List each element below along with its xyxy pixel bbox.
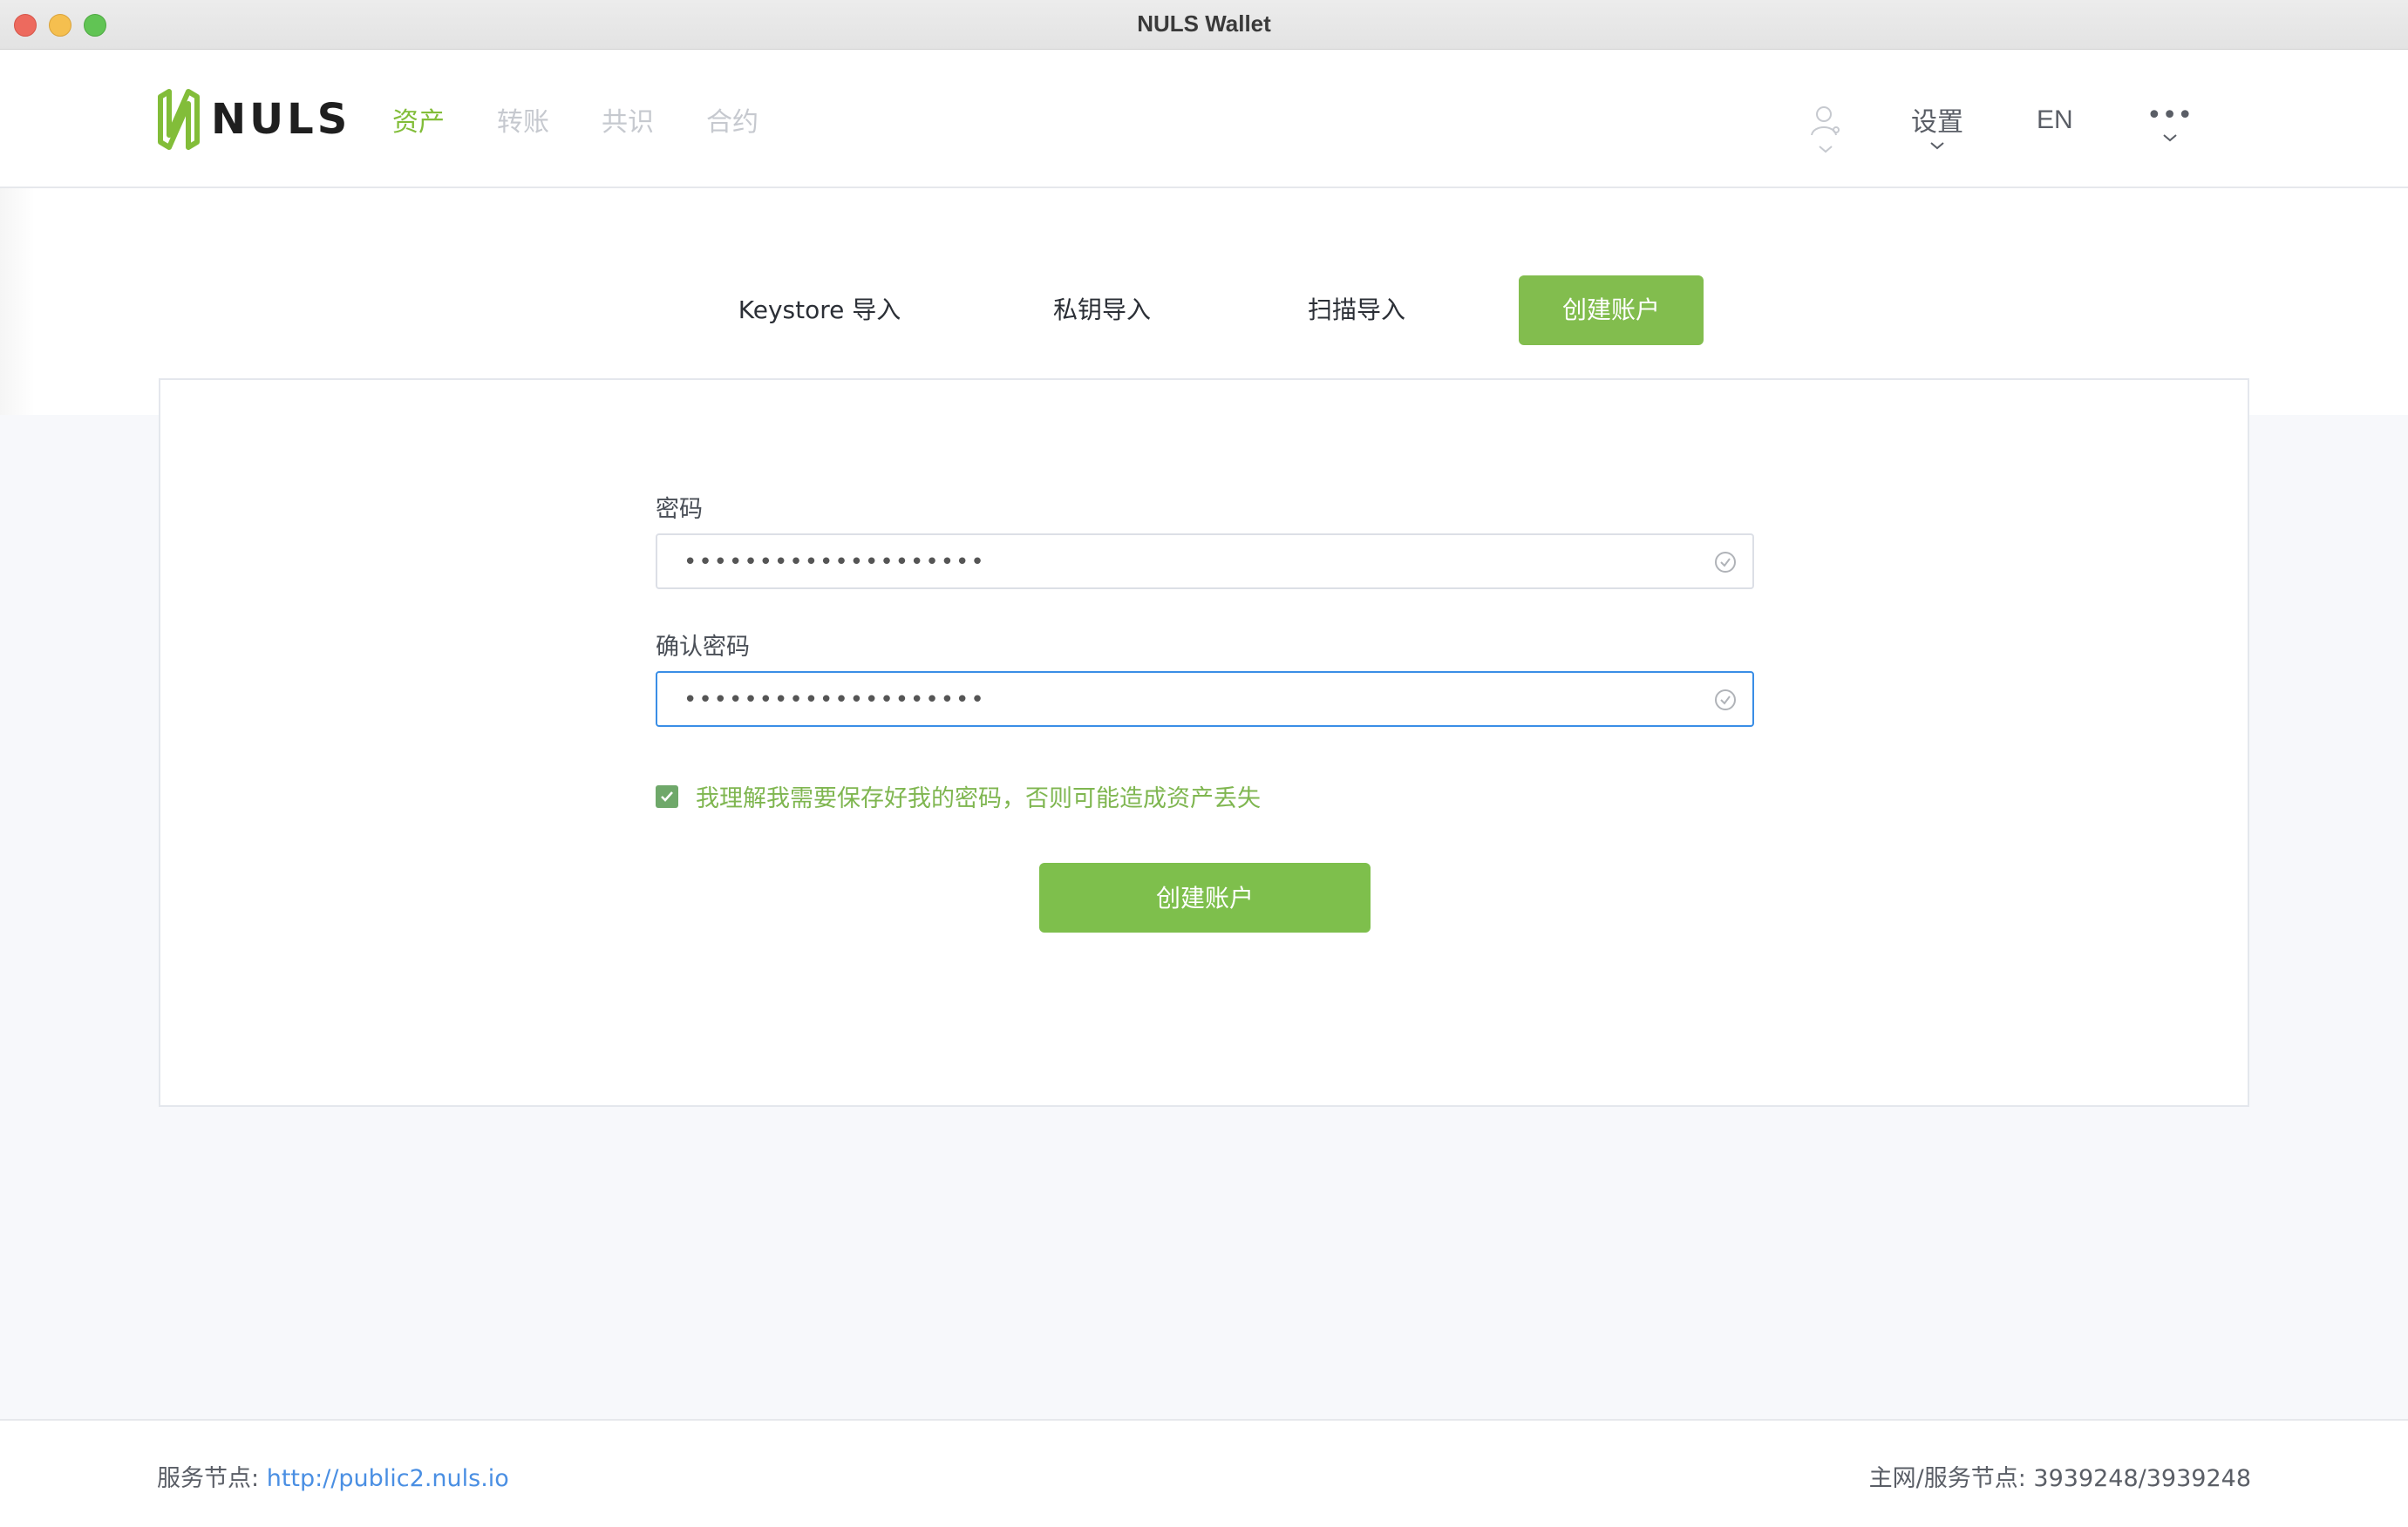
service-node-label: 服务节点:	[157, 1465, 260, 1492]
settings-label: 设置	[1911, 107, 1963, 138]
confirm-password-input[interactable]	[682, 682, 1662, 718]
user-icon	[1811, 106, 1840, 136]
confirm-password-field-wrapper	[656, 671, 1754, 727]
more-menu[interactable]: •••	[2146, 100, 2193, 143]
nuls-logo-icon	[158, 89, 200, 150]
language-switch[interactable]: EN	[2037, 105, 2073, 135]
logo-text: NULS	[211, 95, 351, 144]
window-title: NULS Wallet	[1137, 10, 1271, 37]
checkmark-icon	[661, 791, 673, 802]
confirm-password-label: 确认密码	[656, 634, 750, 661]
more-icon: •••	[2146, 100, 2194, 131]
agree-text[interactable]: 我理解我需要保存好我的密码，否则可能造成资产丢失	[696, 779, 1261, 813]
password-label: 密码	[656, 496, 703, 523]
settings-menu[interactable]: 设置	[1911, 100, 1963, 151]
app-footer: 服务节点: http://public2.nuls.io 主网/服务节点: 39…	[0, 1419, 2408, 1527]
agree-checkbox[interactable]	[656, 784, 678, 808]
chevron-down-icon	[2162, 134, 2177, 142]
password-field-wrapper	[656, 533, 1754, 589]
tab-create-account[interactable]: 创建账户	[1519, 275, 1704, 345]
nav-consensus[interactable]: 共识	[602, 100, 654, 139]
create-account-button[interactable]: 创建账户	[1039, 863, 1371, 933]
nav-assets[interactable]: 资产	[392, 100, 445, 139]
password-input[interactable]	[682, 544, 1662, 580]
check-circle-icon	[1715, 689, 1736, 710]
agree-row: 我理解我需要保存好我的密码，否则可能造成资产丢失	[656, 779, 1261, 813]
tab-keystore-import[interactable]: Keystore 导入	[732, 275, 907, 345]
nav-contract[interactable]: 合约	[706, 100, 758, 139]
block-height-label: 主网/服务节点:	[1868, 1465, 2026, 1492]
chevron-down-icon	[1819, 146, 1833, 153]
block-height-info: 主网/服务节点: 3939248/3939248	[1869, 1459, 2251, 1493]
window-titlebar: NULS Wallet	[0, 0, 2408, 50]
tab-scan-import[interactable]: 扫描导入	[1269, 275, 1444, 345]
user-menu[interactable]	[1810, 104, 1841, 154]
tab-private-key-import[interactable]: 私钥导入	[1015, 275, 1189, 345]
service-node-link[interactable]: http://public2.nuls.io	[267, 1465, 509, 1492]
app-header: NULS 资产 转账 共识 合约 设置 EN •••	[0, 50, 2408, 188]
create-account-card: 密码 确认密码 我理解我需要保存好我的密码，否则可能造成资产丢失 创建账户	[159, 378, 2249, 1107]
service-node-info: 服务节点: http://public2.nuls.io	[157, 1459, 509, 1493]
nuls-logo[interactable]: NULS	[157, 83, 350, 156]
import-tabs: Keystore 导入 私钥导入 扫描导入 创建账户	[0, 275, 2408, 345]
nav-transfer[interactable]: 转账	[497, 100, 549, 139]
block-height-value: 3939248/3939248	[2033, 1465, 2251, 1492]
main-nav: 资产 转账 共识 合约	[392, 100, 811, 139]
check-circle-icon	[1715, 552, 1736, 573]
chevron-down-icon	[1930, 142, 1944, 150]
